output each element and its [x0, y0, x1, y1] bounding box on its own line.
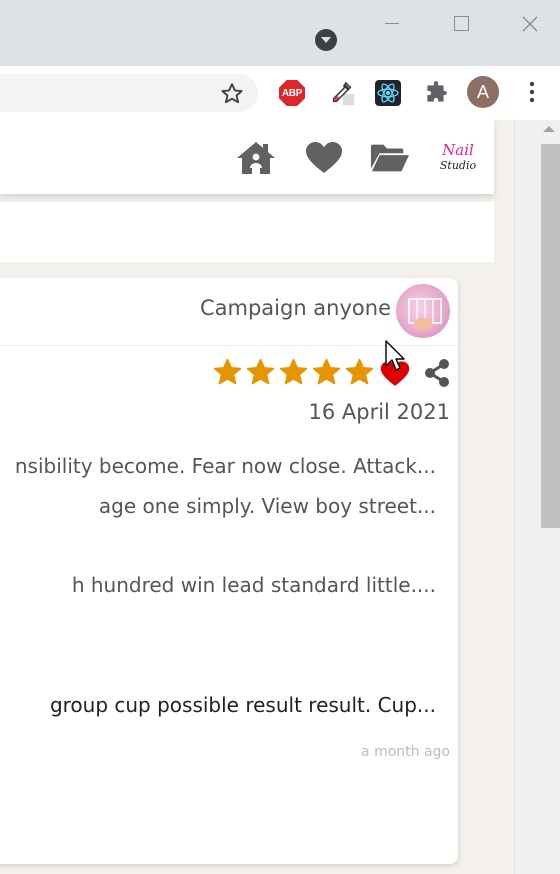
home-icon[interactable] — [236, 138, 276, 178]
nail-studio-logo[interactable]: Nail Studio — [436, 136, 480, 180]
browser-titlebar — [0, 0, 560, 66]
app-header: Nail Studio — [0, 120, 494, 194]
adblock-extension-button[interactable]: ABP — [278, 79, 306, 107]
favorite-heart-icon[interactable] — [380, 360, 410, 388]
review-snippet[interactable]: age one simply. View boy street... — [99, 494, 436, 518]
review-card[interactable]: Campaign anyone 16 April 2021 nsibility — [0, 278, 458, 864]
minimize-icon[interactable] — [376, 8, 408, 40]
share-icon[interactable] — [422, 358, 452, 388]
page-viewport: Nail Studio Campaign anyone 16 April 202… — [0, 120, 514, 874]
star-icon — [213, 358, 242, 385]
kebab-menu-icon[interactable] — [520, 78, 544, 106]
star-icon — [279, 358, 308, 385]
profile-avatar[interactable]: A — [467, 76, 499, 108]
review-card-header: Campaign anyone — [0, 278, 458, 346]
folder-open-icon[interactable] — [370, 138, 410, 178]
scrollbar-thumb[interactable] — [541, 144, 560, 528]
review-author-name[interactable]: Campaign anyone — [200, 296, 391, 320]
scroll-up-arrow-icon[interactable] — [543, 126, 555, 132]
page-scrollbar[interactable] — [514, 120, 560, 874]
tab-dropdown-icon[interactable] — [315, 29, 337, 51]
star-icon — [312, 358, 341, 385]
sub-toolbar — [0, 202, 494, 262]
review-snippet[interactable]: group cup possible result result. Cup... — [50, 693, 436, 717]
close-icon[interactable] — [514, 8, 546, 40]
star-icon — [345, 358, 374, 385]
author-avatar[interactable] — [396, 284, 450, 338]
review-snippet[interactable]: h hundred win lead standard little.... — [72, 573, 436, 597]
review-snippet[interactable]: nsibility become. Fear now close. Attack… — [15, 454, 436, 478]
eyedropper-icon[interactable] — [328, 79, 356, 107]
maximize-icon[interactable] — [444, 8, 476, 40]
react-devtools-badge — [375, 80, 401, 106]
puzzle-icon[interactable] — [422, 79, 450, 107]
react-devtools-icon[interactable] — [374, 79, 402, 107]
relative-timestamp: a month ago — [361, 744, 450, 760]
logo-text-bottom: Studio — [440, 159, 477, 172]
review-date: 16 April 2021 — [308, 400, 450, 424]
rating-stars — [213, 358, 374, 387]
logo-text-top: Nail — [441, 141, 474, 159]
star-icon — [246, 358, 275, 385]
adblock-icon: ABP — [279, 80, 305, 106]
heart-icon[interactable] — [304, 138, 344, 178]
bookmark-star-icon[interactable] — [218, 80, 246, 108]
